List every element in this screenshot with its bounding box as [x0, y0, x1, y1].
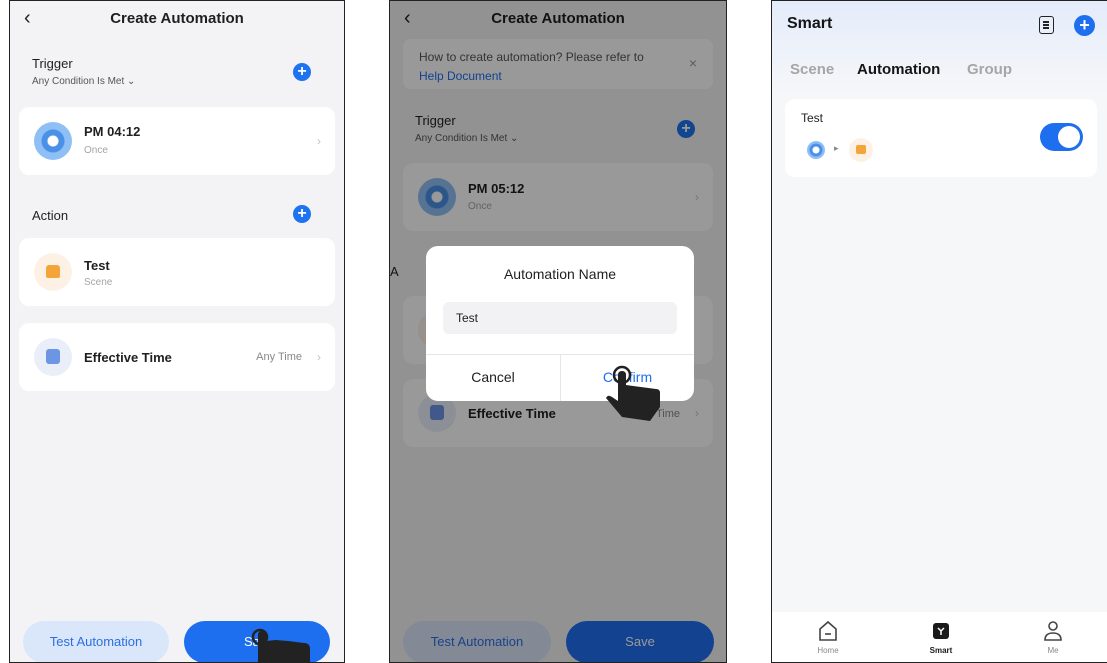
- scene-house-icon: [849, 138, 873, 162]
- user-icon: [1044, 621, 1062, 641]
- action-type: Scene: [84, 277, 113, 288]
- clock-icon: [807, 141, 825, 159]
- smart-automation-list-screen: Smart + Scene Automation Group Test ▸ Ho…: [771, 0, 1107, 663]
- tab-scene[interactable]: Scene: [790, 61, 834, 78]
- page-title: Create Automation: [110, 10, 244, 27]
- scene-house-icon: [34, 253, 72, 291]
- effective-time-label: Effective Time: [84, 350, 172, 365]
- automation-name: Test: [801, 111, 824, 125]
- clock-icon: [34, 122, 72, 160]
- calendar-icon: [34, 338, 72, 376]
- header: ‹ Create Automation: [10, 1, 344, 37]
- trigger-card[interactable]: PM 04:12 Once ›: [19, 107, 335, 175]
- dialog-title: Automation Name: [503, 266, 617, 282]
- effective-time-card[interactable]: Effective Time Any Time ›: [19, 323, 335, 391]
- chevron-down-icon: ⌄: [127, 76, 136, 87]
- tap-hand-icon: [251, 628, 310, 662]
- automation-name-input[interactable]: Test: [443, 302, 677, 334]
- action-name: Test: [84, 258, 110, 273]
- cancel-button[interactable]: Cancel: [426, 354, 560, 401]
- tab-group[interactable]: Group: [967, 61, 1012, 78]
- automation-card[interactable]: Test ▸: [785, 99, 1097, 177]
- bottom-tab-bar: Home Smart Me: [772, 612, 1107, 662]
- document-icon[interactable]: [1039, 16, 1054, 34]
- home-icon: [819, 620, 837, 641]
- add-trigger-button[interactable]: +: [293, 63, 311, 81]
- tap-hand-icon: [606, 365, 660, 421]
- tab-automation[interactable]: Automation: [857, 61, 940, 78]
- test-automation-button[interactable]: Test Automation: [23, 621, 169, 662]
- trigger-repeat: Once: [84, 145, 108, 156]
- effective-time-value: Any Time: [256, 351, 302, 363]
- tab-label: Home: [817, 646, 839, 655]
- add-action-button[interactable]: +: [293, 205, 311, 223]
- smart-icon: [933, 623, 949, 639]
- tab-label: Smart: [929, 646, 953, 655]
- add-icon[interactable]: +: [1074, 15, 1095, 36]
- trigger-condition-dropdown[interactable]: Any Condition Is Met ⌄: [32, 76, 135, 87]
- trigger-section-title: Trigger: [32, 56, 73, 71]
- automation-name-dialog-screen: ‹ Create Automation How to create automa…: [389, 0, 727, 663]
- action-card[interactable]: Test Scene: [19, 238, 335, 306]
- trigger-time: PM 04:12: [84, 124, 141, 139]
- action-section-title: Action: [32, 208, 69, 223]
- automation-toggle[interactable]: [1040, 123, 1083, 151]
- page-title: Smart: [787, 15, 833, 32]
- create-automation-screen: ‹ Create Automation Trigger Any Conditio…: [9, 0, 345, 663]
- arrow-right-icon: ▸: [834, 143, 839, 153]
- tab-label: Me: [1047, 646, 1059, 655]
- chevron-right-icon: ›: [317, 350, 321, 364]
- chevron-right-icon: ›: [317, 134, 321, 148]
